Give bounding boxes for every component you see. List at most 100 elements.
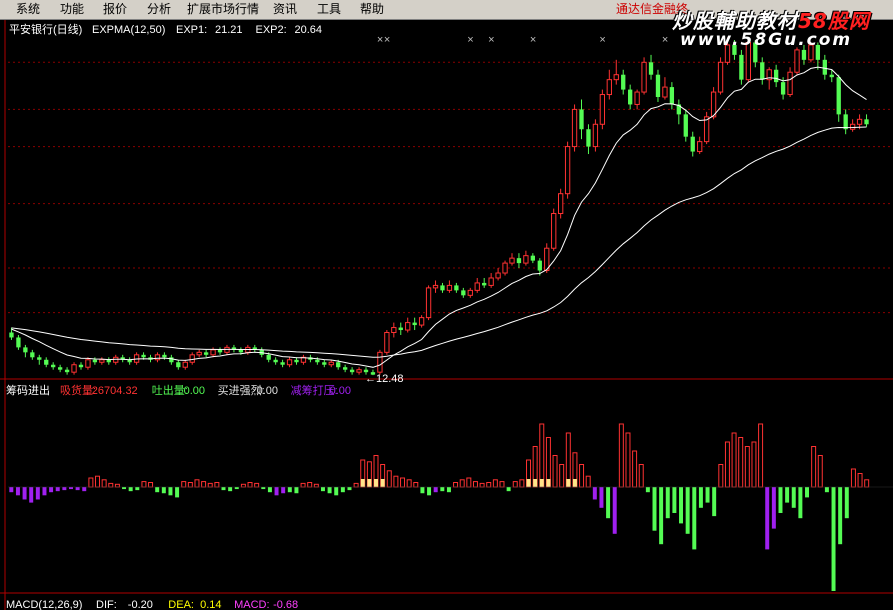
volume-bar [606,487,611,519]
volume-bar [82,487,87,492]
volume-bar [565,432,571,488]
volume-bar [240,483,246,488]
candle [203,349,209,358]
candle [683,109,688,142]
menu-item-news[interactable]: 资讯 [273,0,297,19]
volume-bar [731,432,737,488]
menu-item-function[interactable]: 功能 [60,0,84,19]
candle-body [315,359,320,363]
candle-body [628,89,633,105]
candle [488,273,494,288]
volume-bar [433,487,438,493]
candle-body [509,257,515,264]
candle-body [328,361,334,366]
candle [648,54,654,80]
candle-body [773,69,779,83]
candle [669,82,675,110]
volume-bar [168,487,173,496]
candle-body [176,362,181,368]
volume-legend-value: 0.00 [257,385,278,397]
candle-body [238,349,244,353]
volume-bar [427,487,432,496]
candle-body [322,362,327,365]
volume-bar [95,475,101,488]
candle-body [787,71,793,96]
volume-bar [824,487,829,493]
candle-body [106,359,111,363]
volume-legend-label: 吸货量: [60,383,96,397]
volume-bar [805,487,809,498]
volume-bar [88,477,94,488]
candle [676,99,681,125]
candle [16,334,21,350]
menu-item-analysis[interactable]: 分析 [147,0,171,19]
candle [523,250,529,266]
volume-bar [9,487,14,493]
candle-body [655,74,661,98]
volume-bar [294,487,299,494]
volume-bar [49,487,54,493]
volume-bar [340,487,345,493]
chart-area[interactable]: ←12.48× × × × × × ×平安银行(日线) EXPMA(12,50) EXP1: 21… [0,20,893,610]
candle [474,277,480,293]
candle [509,253,515,266]
volume-bar-buy-strong [367,479,372,487]
volume-bar [313,483,319,488]
candle-body [641,61,647,93]
candle [120,354,125,363]
volume-bar [705,487,710,503]
signal-marker: × [599,34,605,46]
candle-body [530,255,536,261]
exp-legend-label: EXP1: [176,24,207,36]
volume-bar [413,482,419,488]
candle-body [467,289,473,296]
candle-body [557,193,564,215]
menu-item-help[interactable]: 帮助 [360,0,384,19]
volume-bar [75,487,80,491]
candle [78,362,84,370]
candle-body [849,123,856,130]
candle-body [141,354,146,358]
volume-bar [798,487,803,519]
candle-body [92,359,98,363]
menu-item-system[interactable]: 系统 [16,0,40,19]
candle [690,131,695,157]
candle [836,74,841,122]
candle-body [564,146,571,195]
volume-bar [612,487,617,534]
indicator-name: EXPMA(12,50) [92,24,165,36]
candle-body [488,277,494,286]
candle-body [586,129,591,147]
candle [273,357,278,365]
candle [44,357,49,368]
candle-body [613,74,619,81]
candle [127,357,132,365]
volume-bar [791,487,796,508]
candle-body [571,108,578,148]
volume-bar-buy-strong [360,479,365,487]
volume-bar [29,487,34,503]
candle-body [739,54,744,80]
volume-bar-buy-strong [526,479,531,487]
volume-bar [62,487,67,491]
candle-body [425,287,432,319]
candle-body [836,77,841,115]
volume-bar [744,446,750,488]
candle [349,367,355,375]
volume-bar [831,487,836,591]
candle [551,208,557,251]
candle-body [30,352,35,358]
candle-body [71,364,77,373]
candle [412,317,417,331]
menu-item-extended-market[interactable]: 扩展市场行情 [187,0,259,19]
candle-body [440,285,445,291]
volume-bar [254,482,260,488]
candle [557,188,564,219]
signal-marker: × [384,34,390,46]
candle [592,119,599,152]
menu-item-tools[interactable]: 工具 [317,0,341,19]
candle-body [502,262,508,274]
candle [384,330,390,355]
candle [586,124,591,155]
menu-item-quote[interactable]: 报价 [103,0,127,19]
